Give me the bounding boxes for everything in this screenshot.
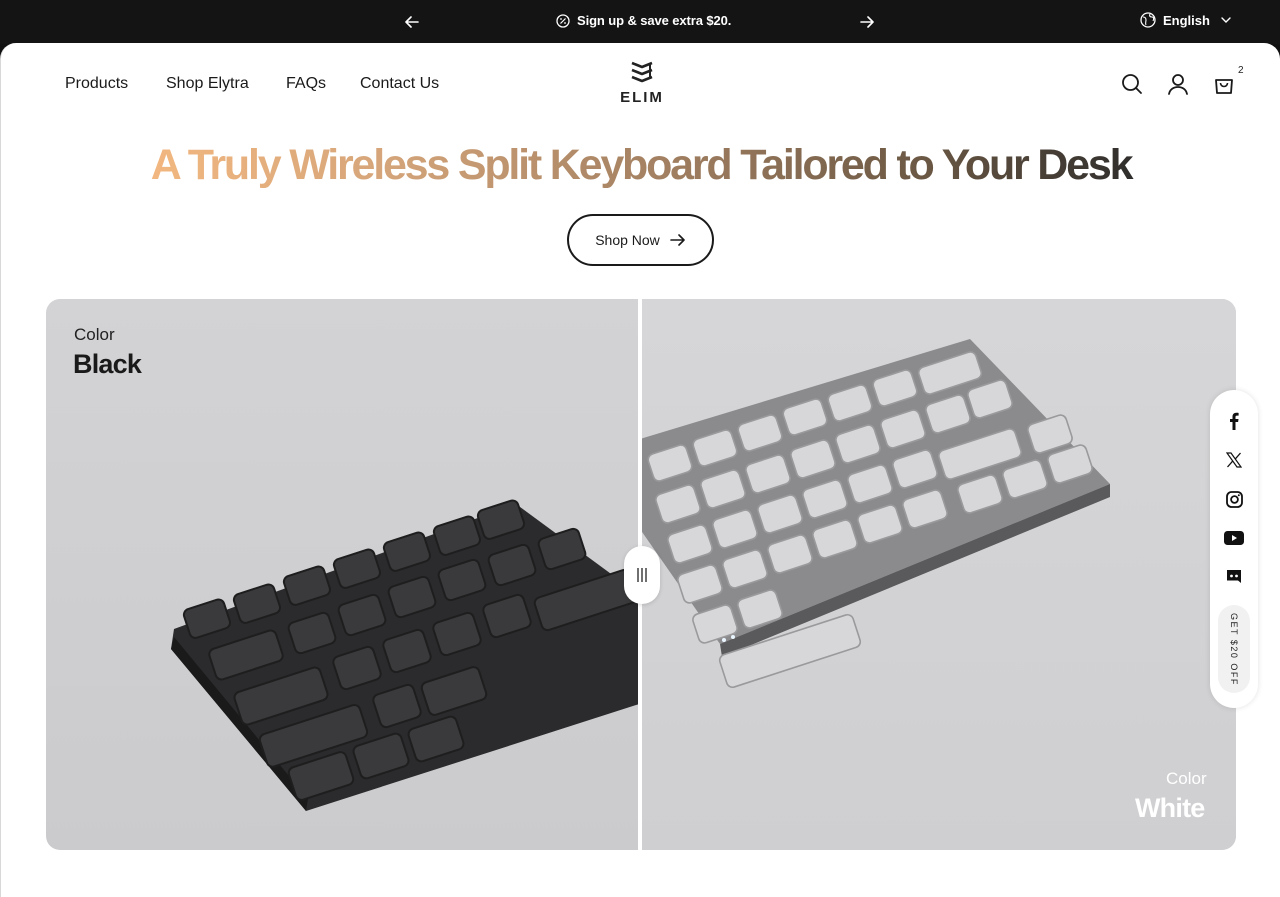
account-button[interactable] <box>1165 71 1191 97</box>
language-selector[interactable]: English <box>1140 12 1231 28</box>
left-color-name: Black <box>73 349 142 379</box>
arrow-right-icon <box>669 234 685 246</box>
chevron-down-icon <box>1221 17 1231 23</box>
youtube-icon <box>1224 531 1244 545</box>
facebook-icon <box>1230 412 1239 430</box>
announcement-prev-button[interactable] <box>402 12 422 32</box>
promo-text: GET $20 OFF <box>1229 612 1239 686</box>
nav-item-faqs[interactable]: FAQs <box>286 75 326 93</box>
hero-headline: A Truly Wireless Split Keyboard Tailored… <box>1 140 1280 190</box>
left-color-label: Color <box>74 325 115 344</box>
white-keyboard-image <box>640 339 1110 689</box>
announcement-next-button[interactable] <box>857 12 877 32</box>
logo-mark-icon <box>631 61 653 83</box>
account-icon <box>1168 74 1188 95</box>
right-color-label: Color <box>1166 769 1207 788</box>
announcement[interactable]: Sign up & save extra $20. <box>556 13 731 28</box>
drag-handle-icon <box>637 568 647 582</box>
globe-icon <box>1140 12 1156 28</box>
facebook-link[interactable] <box>1222 409 1246 433</box>
nav-item-products[interactable]: Products <box>65 75 128 93</box>
search-button[interactable] <box>1119 71 1145 97</box>
color-compare-slider[interactable]: Color Black Color White <box>46 299 1236 850</box>
language-label: English <box>1163 12 1210 28</box>
discord-link[interactable] <box>1222 565 1246 589</box>
arrow-right-icon <box>860 16 874 28</box>
instagram-link[interactable] <box>1222 487 1246 511</box>
promo-tab[interactable]: GET $20 OFF <box>1218 605 1250 693</box>
nav-item-shop-elytra[interactable]: Shop Elytra <box>166 75 249 93</box>
search-icon <box>1122 74 1142 94</box>
cart-button[interactable] <box>1211 71 1237 97</box>
compare-handle[interactable] <box>624 546 660 604</box>
announcement-text: Sign up & save extra $20. <box>577 13 732 28</box>
x-link[interactable] <box>1222 448 1246 472</box>
logo-text: ELIM <box>620 89 664 106</box>
logo[interactable]: ELIM <box>616 61 668 107</box>
right-color-name: White <box>1135 793 1205 823</box>
shop-now-label: Shop Now <box>595 232 660 248</box>
shop-now-button[interactable]: Shop Now <box>567 214 714 266</box>
x-icon <box>1226 452 1242 468</box>
announcement-bar: Sign up & save extra $20. English <box>0 0 1280 44</box>
discount-icon <box>556 13 570 28</box>
nav-item-contact-us[interactable]: Contact Us <box>360 75 439 93</box>
main-sheet: Products Shop Elytra FAQs Contact Us ELI… <box>0 43 1280 897</box>
arrow-left-icon <box>405 16 419 28</box>
discord-icon <box>1227 570 1241 583</box>
cart-count-badge: 2 <box>1238 65 1244 76</box>
black-keyboard-image <box>171 499 640 811</box>
social-rail: GET $20 OFF <box>1210 390 1258 708</box>
youtube-link[interactable] <box>1222 526 1246 550</box>
instagram-icon <box>1225 490 1243 508</box>
cart-icon <box>1215 79 1233 94</box>
